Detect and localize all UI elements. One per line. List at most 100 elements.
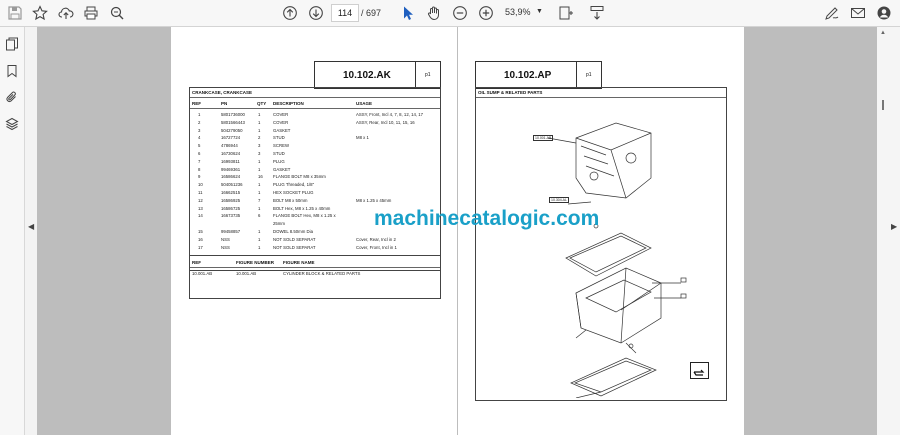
col-ref: REF: [192, 101, 201, 106]
navigation-arrow-icon[interactable]: [690, 362, 709, 379]
row-pn: 16730624: [221, 151, 241, 156]
row-ref: 14: [198, 213, 203, 219]
row-description: COVER: [273, 119, 289, 125]
row-description: GASKET: [273, 166, 291, 172]
row-qty: 6: [258, 213, 261, 219]
row-pn: 16586725: [221, 205, 241, 211]
fig-ref[interactable]: 10.001.AB: [192, 271, 212, 276]
page-title: 10.102.AK: [343, 70, 391, 81]
row-usage: ASSY, Front, Incl 4, 7, 8, 12, 14, 17: [356, 112, 424, 117]
hand-tool-icon[interactable]: [424, 3, 444, 23]
row-ref: 11: [198, 190, 203, 195]
upload-cloud-icon[interactable]: [56, 3, 76, 23]
mail-icon[interactable]: [848, 3, 868, 23]
col-description: DESCRIPTION: [273, 101, 304, 106]
scroll-mode-icon[interactable]: [587, 3, 607, 23]
row-description: PLUG Threaded, 1/8": [273, 182, 315, 188]
row-pn: 4786944: [221, 143, 238, 149]
save-icon[interactable]: [5, 3, 25, 23]
row-description: DOWEL 8.50mm Dia: [273, 229, 313, 234]
col-pn: PN: [221, 101, 228, 106]
page-tag: p1: [586, 72, 592, 78]
account-icon[interactable]: [874, 3, 894, 23]
section-title: OIL SUMP & RELATED PARTS: [478, 90, 543, 95]
fig-name: CYLINDER BLOCK & RELATED PARTS: [283, 271, 361, 276]
row-ref: 7: [198, 158, 201, 164]
row-qty: 3: [258, 151, 261, 156]
layers-icon[interactable]: [3, 115, 21, 133]
row-ref: 2: [198, 119, 201, 125]
row-ref: 8: [198, 166, 201, 172]
document-viewer[interactable]: 10.102.AK p1 CRANKCASE, CRANKCASE REF PN…: [37, 27, 877, 435]
row-ref: 6: [198, 151, 201, 156]
zoom-out-icon[interactable]: [450, 3, 470, 23]
row-pn: 5801736000: [221, 112, 245, 117]
row-ref: 12: [198, 197, 203, 203]
row-pn: 5801566443: [221, 119, 245, 125]
row-ref: 10: [198, 182, 203, 188]
bookmarks-icon[interactable]: [3, 62, 21, 80]
chevron-down-icon[interactable]: ▼: [536, 8, 543, 15]
col-qty: QTY: [257, 101, 267, 106]
row-qty: 1: [258, 236, 261, 242]
scroll-up-icon[interactable]: ▲: [880, 30, 886, 36]
row-ref: 13: [198, 205, 203, 211]
parts-table: CRANKCASE, CRANKCASE REF PN QTY DESCRIPT…: [189, 87, 441, 271]
zoom-in-icon[interactable]: [476, 3, 496, 23]
select-cursor-icon[interactable]: [398, 3, 418, 23]
row-pn: 16662515: [221, 190, 241, 195]
row-ref: 5: [198, 143, 201, 149]
top-toolbar: 114 / 697 53,9% ▼: [0, 0, 900, 27]
illustration-frame: OIL SUMP & RELATED PARTS 10.001.AB 10.30…: [475, 87, 727, 401]
row-pn: 16586925: [221, 197, 241, 203]
row-pn: 504279050: [221, 127, 243, 133]
row-pn: 16993811: [221, 158, 240, 164]
row-description: FLANGE BOLT Hex, M8 x 1.25 x: [273, 213, 336, 219]
fig-col-name: FIGURE NAME: [283, 260, 315, 265]
row-ref: 9: [198, 174, 201, 180]
attachments-icon[interactable]: [3, 88, 21, 106]
row-pn: NSS: [221, 244, 230, 250]
edit-sign-icon[interactable]: [822, 3, 842, 23]
next-page-icon[interactable]: [306, 3, 326, 23]
row-description: PLUG: [273, 158, 285, 164]
row-qty: 1: [258, 182, 261, 188]
fig-col-number: FIGURE NUMBER: [236, 260, 274, 265]
row-qty: 1: [258, 205, 261, 211]
page-tag: p1: [425, 72, 431, 78]
print-icon[interactable]: [81, 3, 101, 23]
scrollbar-thumb[interactable]: [882, 100, 884, 110]
previous-page-icon[interactable]: [280, 3, 300, 23]
row-usage: M8 x 1.25 x 45mm: [356, 197, 392, 203]
row-qty: 1: [258, 190, 261, 195]
page-fit-icon[interactable]: [556, 3, 576, 23]
row-pn: 99469361: [221, 166, 241, 172]
row-description: GASKET: [273, 127, 291, 133]
row-qty: 1: [258, 119, 261, 125]
row-pn: 16586624: [221, 174, 241, 180]
fig-col-ref: REF: [192, 260, 201, 265]
page-number-input[interactable]: 114: [331, 4, 359, 22]
zoom-search-icon[interactable]: [107, 3, 127, 23]
row-ref: 17: [198, 244, 203, 250]
row-description: BOLT M8 x 50mm: [273, 197, 308, 203]
bookmark-star-icon[interactable]: [30, 3, 50, 23]
watermark-text: machinecatalogic.com: [374, 207, 600, 230]
row-pn: 99458857: [221, 229, 241, 234]
row-ref: 1: [198, 112, 201, 117]
pages-thumbnails-icon[interactable]: [3, 35, 21, 53]
row-ref: 3: [198, 127, 201, 133]
row-usage: ASSY, Rear, Incl 10, 11, 15, 16: [356, 119, 415, 125]
section-title: CRANKCASE, CRANKCASE: [192, 90, 253, 95]
expand-right-panel-icon[interactable]: ▶: [891, 222, 897, 231]
row-description: FLANGE BOLT M8 x 35mm: [273, 174, 326, 180]
right-scroll-area[interactable]: [877, 27, 900, 435]
title-box: 10.102.AK p1: [314, 61, 441, 89]
row-description: STUD: [273, 135, 285, 141]
row-qty: 1: [258, 158, 261, 164]
row-description: 25mm: [273, 221, 285, 227]
collapse-left-panel-icon[interactable]: ◀: [28, 222, 34, 231]
row-qty: 3: [258, 143, 261, 149]
title-box: 10.102.AP p1: [475, 61, 602, 89]
row-description: HEX SOCKET PLUG: [273, 190, 314, 195]
